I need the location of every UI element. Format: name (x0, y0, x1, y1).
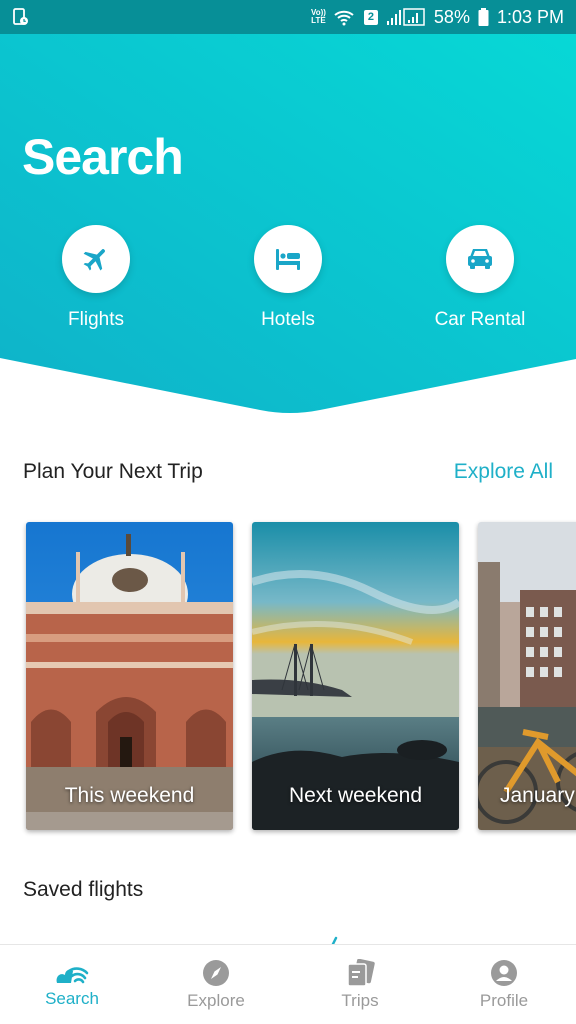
trip-card-label: This weekend (64, 784, 195, 807)
trip-card-next-weekend[interactable]: Next weekend (252, 522, 459, 830)
bed-icon (276, 249, 300, 270)
nav-label: Trips (341, 991, 379, 1010)
skyscanner-search-icon (56, 967, 89, 984)
nav-trips[interactable]: Trips (288, 945, 432, 1024)
nav-explore[interactable]: Explore (144, 945, 288, 1024)
flights-button[interactable] (62, 225, 130, 293)
wifi-icon (334, 8, 356, 26)
car-icon (468, 249, 492, 269)
category-car-rental[interactable]: Car Rental (410, 225, 550, 331)
bottom-navigation: Search Explore Trips Profile (0, 944, 576, 1024)
battery-icon (478, 8, 489, 26)
section-title-saved-flights: Saved flights (23, 878, 144, 901)
trip-card-label: January (500, 784, 575, 807)
airplane-icon (83, 249, 105, 271)
section-title-plan: Plan Your Next Trip (23, 460, 203, 483)
nav-search[interactable]: Search (0, 945, 144, 1024)
category-label: Hotels (261, 309, 315, 330)
screen-recorder-icon (12, 8, 30, 26)
status-bar: Vo)) LTE 2 58% 1:03 PM (0, 0, 576, 34)
sim-indicator: 2 (363, 9, 378, 25)
nav-label: Explore (187, 991, 245, 1010)
nav-label: Profile (479, 991, 529, 1010)
header-background (0, 34, 576, 413)
battery-percent: 58% (433, 6, 470, 27)
trips-icon (347, 959, 375, 987)
signal-icon (386, 8, 426, 26)
trip-card-january[interactable]: January (478, 522, 576, 830)
profile-icon (491, 960, 517, 986)
category-label: Flights (68, 309, 124, 330)
page-title: Search (22, 129, 184, 185)
search-header: Search Flights Hotels Car Rental (0, 34, 576, 414)
trip-card-label: Next weekend (288, 784, 423, 807)
trip-card-this-weekend[interactable]: This weekend (26, 522, 233, 830)
category-label: Car Rental (434, 309, 526, 330)
explore-all-link[interactable]: Explore All (454, 460, 553, 484)
nav-profile[interactable]: Profile (432, 945, 576, 1024)
hotels-button[interactable] (254, 225, 322, 293)
volte-indicator: Vo)) LTE (310, 8, 326, 25)
trip-cards-carousel[interactable]: This weekend Next weekend January (26, 522, 576, 832)
category-flights[interactable]: Flights (26, 225, 166, 331)
category-hotels[interactable]: Hotels (218, 225, 358, 331)
nav-label: Search (45, 989, 99, 1008)
car-rental-button[interactable] (446, 225, 514, 293)
clock: 1:03 PM (496, 6, 564, 27)
compass-icon (203, 960, 229, 986)
